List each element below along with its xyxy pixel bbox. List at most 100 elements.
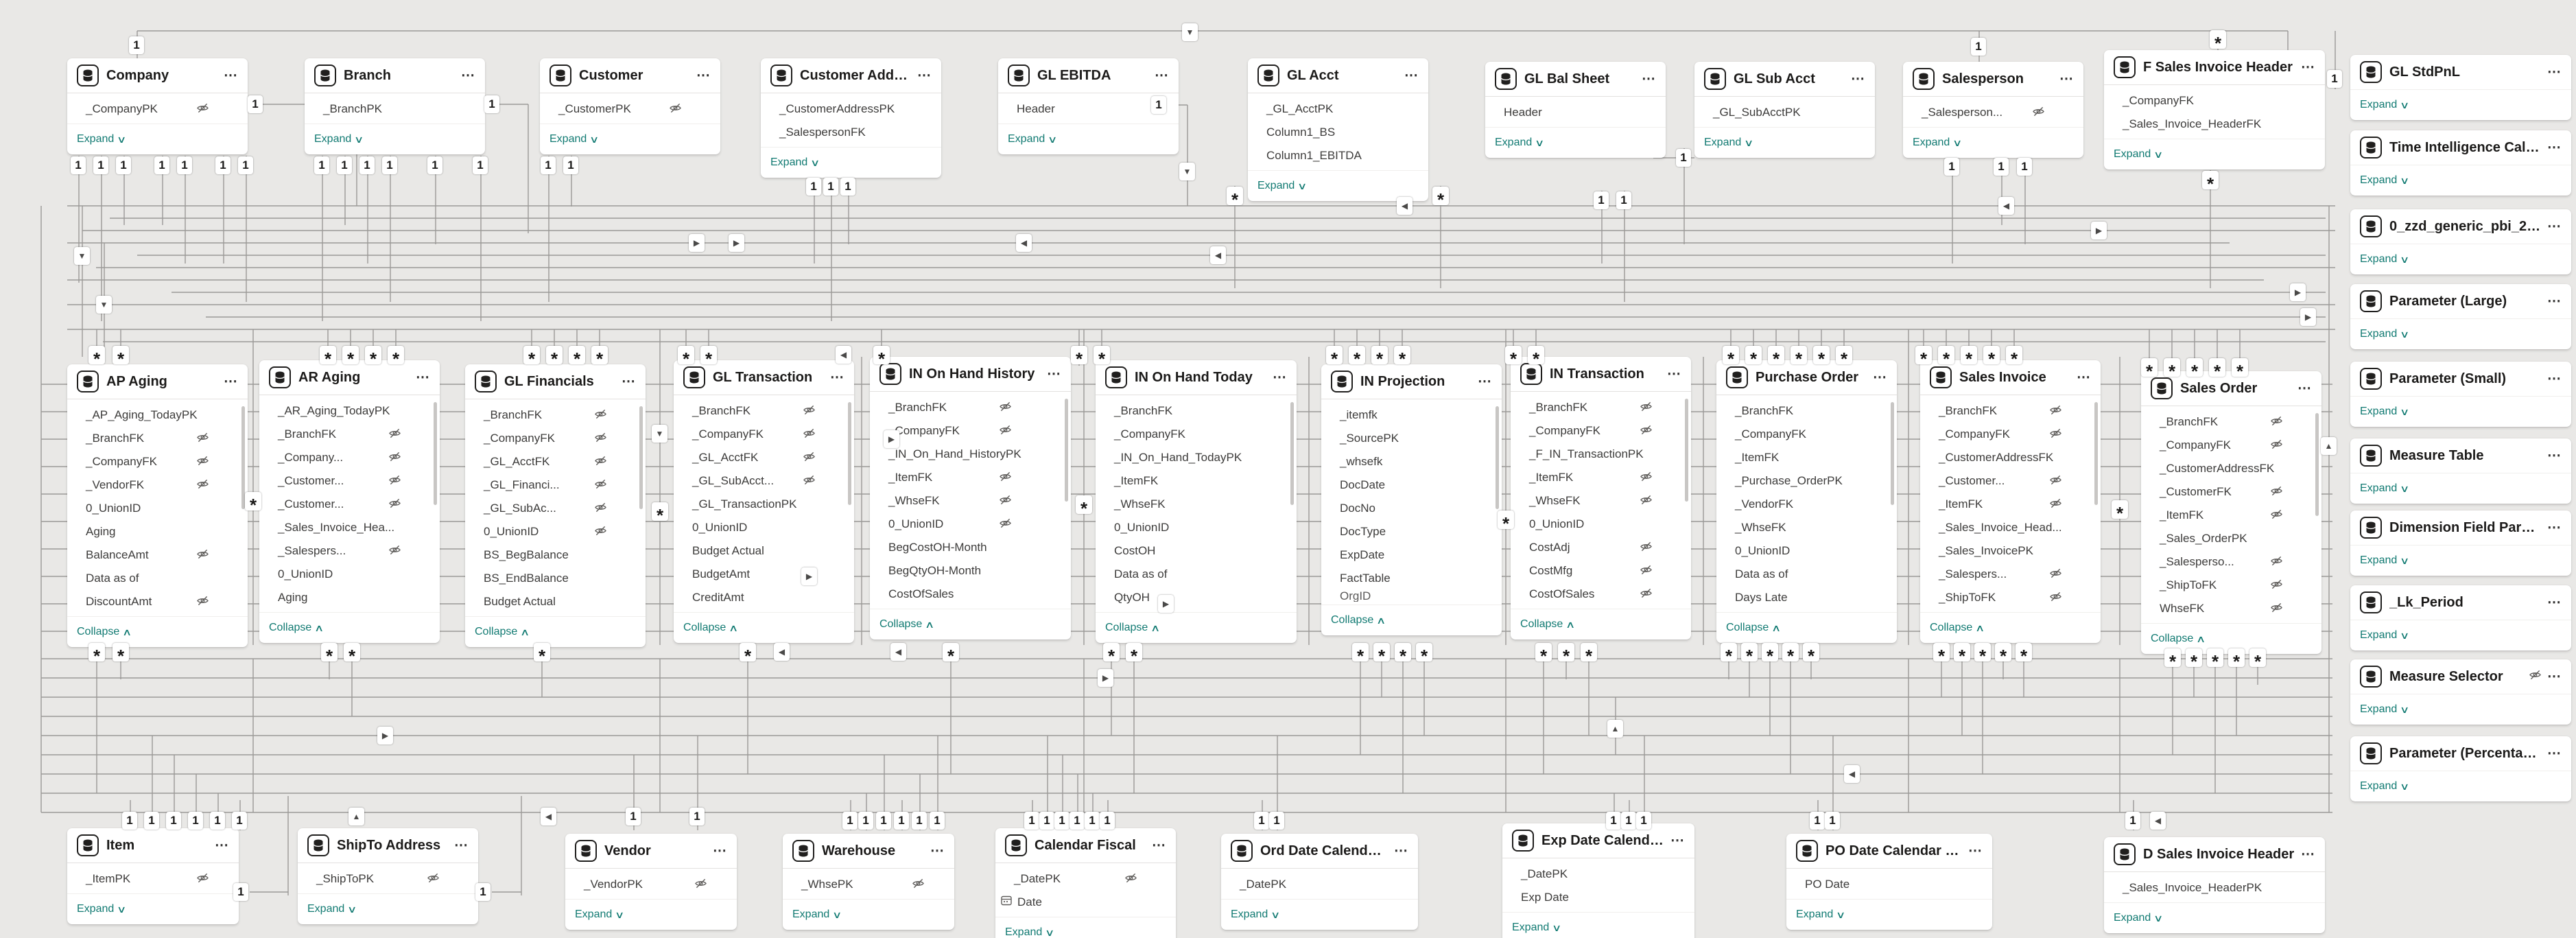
field--datepk[interactable]: _DatePK bbox=[1502, 863, 1694, 886]
field--customeraddressfk[interactable]: _CustomerAddressFK bbox=[1920, 446, 2101, 469]
table-card-gl-transaction[interactable]: GL Transaction⋯_BranchFK_CompanyFK_GL_Ac… bbox=[674, 360, 854, 643]
more-options-button[interactable]: ⋯ bbox=[2301, 60, 2315, 74]
field--salespers-[interactable]: _Salespers... bbox=[259, 539, 440, 563]
expand-link[interactable]: Expand∨ bbox=[550, 133, 598, 145]
expand-link[interactable]: Expand∨ bbox=[307, 903, 356, 915]
field-qtyoh[interactable]: QtyOH bbox=[1096, 586, 1297, 609]
hidden-eye-icon[interactable] bbox=[912, 878, 925, 893]
table-header-company[interactable]: Company⋯ bbox=[67, 58, 248, 93]
field--datepk[interactable]: _DatePK bbox=[1221, 873, 1418, 896]
expand-link[interactable]: Expand∨ bbox=[2114, 148, 2162, 161]
table-card-measure-table[interactable]: Measure Table⋯Expand∨ bbox=[2350, 438, 2571, 504]
hidden-eye-icon[interactable] bbox=[2049, 591, 2062, 606]
field-bs-endbalance[interactable]: BS_EndBalance bbox=[465, 567, 646, 590]
field--gl-subac-[interactable]: _GL_SubAc... bbox=[465, 497, 646, 520]
field--salespers-[interactable]: _Salespers... bbox=[1920, 563, 2101, 586]
hidden-eye-icon[interactable] bbox=[2270, 415, 2283, 430]
field-exp-date[interactable]: Exp Date bbox=[1502, 886, 1694, 909]
expand-link[interactable]: Expand∨ bbox=[1796, 908, 1845, 921]
hidden-eye-icon[interactable] bbox=[1640, 401, 1653, 416]
hidden-eye-icon[interactable] bbox=[669, 102, 682, 117]
table-header-customer[interactable]: Customer⋯ bbox=[540, 58, 720, 93]
hidden-eye-icon[interactable] bbox=[2049, 474, 2062, 489]
collapse-link[interactable]: Collapse∧ bbox=[475, 626, 529, 638]
hidden-eye-icon[interactable] bbox=[388, 474, 401, 489]
field--vendorfk[interactable]: _VendorFK bbox=[1716, 493, 1897, 516]
scrollbar-thumb[interactable] bbox=[639, 406, 643, 509]
field--whsefk[interactable]: _WhseFK bbox=[870, 489, 1071, 513]
hidden-eye-icon[interactable] bbox=[2529, 669, 2542, 684]
expand-link[interactable]: Expand∨ bbox=[1231, 908, 1279, 921]
field--customer-[interactable]: _Customer... bbox=[1920, 469, 2101, 493]
field-begqtyoh-month[interactable]: BegQtyOH-Month bbox=[870, 559, 1071, 583]
table-card-ord-date-calendar-fiscal[interactable]: Ord Date Calendar Fis...⋯_DatePKExpand∨ bbox=[1221, 834, 1418, 930]
field--vendorfk[interactable]: _VendorFK bbox=[67, 473, 248, 497]
hidden-eye-icon[interactable] bbox=[803, 404, 816, 419]
table-header-item[interactable]: Item⋯ bbox=[67, 828, 239, 863]
expand-link[interactable]: Expand∨ bbox=[1704, 137, 1753, 149]
table-header-dimension-field-param[interactable]: Dimension Field Param...⋯ bbox=[2350, 511, 2571, 545]
field-data-as-of[interactable]: Data as of bbox=[1716, 563, 1897, 586]
table-header-gl-sub-acct[interactable]: GL Sub Acct⋯ bbox=[1694, 62, 1875, 96]
field-budget-actual[interactable]: Budget Actual bbox=[674, 539, 854, 563]
field--branchpk[interactable]: _BranchPK bbox=[305, 97, 485, 121]
more-options-button[interactable]: ⋯ bbox=[2077, 371, 2091, 384]
table-header-in-on-hand-history[interactable]: IN On Hand History⋯ bbox=[870, 357, 1071, 391]
table-header-measure-selector[interactable]: Measure Selector⋯ bbox=[2350, 659, 2571, 694]
field--shiptopk[interactable]: _ShipToPK bbox=[298, 867, 478, 891]
field--gl-subacctpk[interactable]: _GL_SubAcctPK bbox=[1694, 101, 1875, 124]
field-0-unionid[interactable]: 0_UnionID bbox=[259, 563, 440, 586]
field--companyfk[interactable]: _CompanyFK bbox=[465, 427, 646, 450]
more-options-button[interactable]: ⋯ bbox=[713, 844, 727, 858]
more-options-button[interactable]: ⋯ bbox=[224, 375, 238, 388]
hidden-eye-icon[interactable] bbox=[1640, 564, 1653, 579]
field-balanceamt[interactable]: BalanceAmt bbox=[67, 543, 248, 567]
hidden-eye-icon[interactable] bbox=[999, 424, 1012, 439]
expand-link[interactable]: Expand∨ bbox=[575, 908, 624, 921]
table-card-zzd-generic[interactable]: 0_zzd_generic_pbi_2407⋯Expand∨ bbox=[2350, 209, 2571, 274]
field--branchfk[interactable]: _BranchFK bbox=[1511, 396, 1691, 419]
table-header-gl-transaction[interactable]: GL Transaction⋯ bbox=[674, 360, 854, 395]
table-card-parameter-large[interactable]: Parameter (Large)⋯Expand∨ bbox=[2350, 284, 2571, 349]
field--company-[interactable]: _Company... bbox=[259, 446, 440, 469]
more-options-button[interactable]: ⋯ bbox=[1394, 844, 1408, 858]
table-card-d-sales-invoice-header[interactable]: D Sales Invoice Header⋯_Sales_Invoice_He… bbox=[2104, 837, 2325, 933]
table-card-parameter-percentage[interactable]: Parameter (Percentage)⋯Expand∨ bbox=[2350, 736, 2571, 801]
field--shiptofk[interactable]: _ShipToFK bbox=[2141, 574, 2321, 597]
field--itemfk[interactable]: _itemfk bbox=[1321, 403, 1502, 427]
table-header-po-date-calendar-fiscal[interactable]: PO Date Calendar Fiscal⋯ bbox=[1786, 834, 1992, 868]
table-card-gl-bal-sheet[interactable]: GL Bal Sheet⋯HeaderExpand∨ bbox=[1485, 62, 1666, 158]
table-card-gl-sub-acct[interactable]: GL Sub Acct⋯ _GL_SubAcctPK Expand∨ bbox=[1694, 62, 1875, 158]
field--sales-invoice-hea-[interactable]: _Sales_Invoice_Hea... bbox=[259, 516, 440, 539]
field--companyfk[interactable]: _CompanyFK bbox=[1920, 423, 2101, 446]
field-data-as-of[interactable]: Data as of bbox=[1096, 563, 1297, 586]
field--gl-acctfk[interactable]: _GL_AcctFK bbox=[674, 446, 854, 469]
field-0-unionid[interactable]: 0_UnionID bbox=[465, 520, 646, 543]
field--branchfk[interactable]: _BranchFK bbox=[1096, 399, 1297, 423]
table-header-parameter-percentage[interactable]: Parameter (Percentage)⋯ bbox=[2350, 736, 2571, 771]
hidden-eye-icon[interactable] bbox=[594, 502, 607, 517]
table-header-in-projection[interactable]: IN Projection⋯ bbox=[1321, 364, 1502, 399]
field-days-late[interactable]: Days Late bbox=[1716, 586, 1897, 609]
hidden-eye-icon[interactable] bbox=[1640, 471, 1653, 486]
table-header-zzd-generic[interactable]: 0_zzd_generic_pbi_2407⋯ bbox=[2350, 209, 2571, 244]
hidden-eye-icon[interactable] bbox=[1640, 587, 1653, 602]
field-begcostoh-month[interactable]: BegCostOH-Month bbox=[870, 536, 1071, 559]
more-options-button[interactable]: ⋯ bbox=[2301, 847, 2315, 861]
table-header-in-on-hand-today[interactable]: IN On Hand Today⋯ bbox=[1096, 360, 1297, 395]
expand-link[interactable]: Expand∨ bbox=[1913, 137, 1961, 149]
field-header[interactable]: Header bbox=[1485, 101, 1666, 124]
more-options-button[interactable]: ⋯ bbox=[696, 69, 711, 82]
field--gl-subacct-[interactable]: _GL_SubAcct... bbox=[674, 469, 854, 493]
more-options-button[interactable]: ⋯ bbox=[1873, 371, 1887, 384]
more-options-button[interactable]: ⋯ bbox=[1152, 839, 1166, 852]
field--ap-aging-todaypk[interactable]: _AP_Aging_TodayPK bbox=[67, 403, 248, 427]
field--companyfk[interactable]: _CompanyFK bbox=[67, 450, 248, 473]
expand-link[interactable]: Expand∨ bbox=[2360, 554, 2409, 567]
field-0-unionid[interactable]: 0_UnionID bbox=[1096, 516, 1297, 539]
field--companyfk[interactable]: _CompanyFK bbox=[674, 423, 854, 446]
field--sales-invoicepk[interactable]: _Sales_InvoicePK bbox=[1920, 539, 2101, 563]
collapse-link[interactable]: Collapse∧ bbox=[1726, 622, 1780, 634]
hidden-eye-icon[interactable] bbox=[196, 455, 209, 470]
hidden-eye-icon[interactable] bbox=[999, 471, 1012, 486]
